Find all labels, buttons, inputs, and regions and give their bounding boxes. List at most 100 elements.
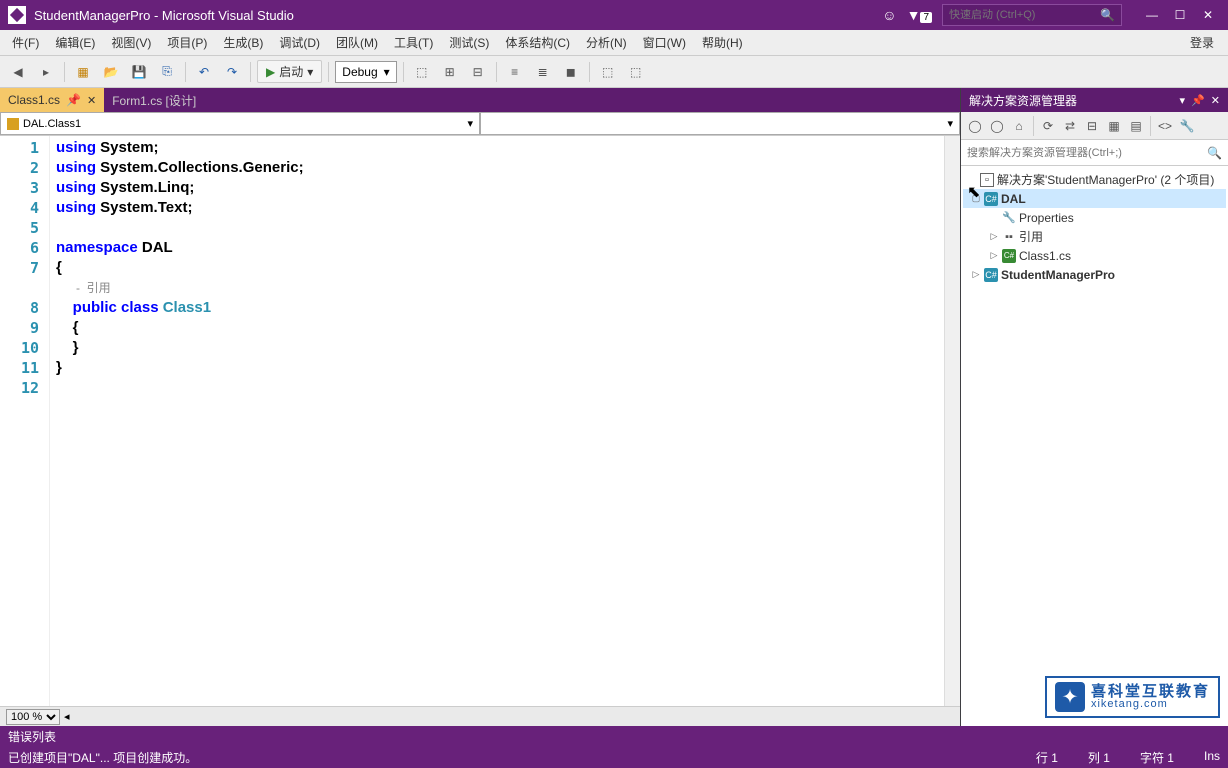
home-icon[interactable]: ⌂ [1009,116,1029,136]
tree-node[interactable]: ▷C#Class1.cs [963,246,1226,265]
class-icon [7,118,19,130]
login-button[interactable]: 登录 [1180,30,1224,55]
solution-tree[interactable]: ▫解决方案'StudentManagerPro' (2 个项目) ▢C#DAL🔧… [961,166,1228,726]
watermark-logo-icon [1055,682,1085,712]
feedback-icon[interactable]: ☺ [882,7,896,23]
document-tab[interactable]: Class1.cs 📌 ✕ [0,88,104,112]
config-selector[interactable]: Debug ▾ [335,61,396,83]
undo-button[interactable]: ↶ [192,60,216,84]
status-ins: Ins [1204,749,1220,766]
dropdown-icon[interactable]: ▾ [1180,94,1186,107]
tree-node[interactable]: ▢C#DAL [963,189,1226,208]
showall-icon[interactable]: ▦ [1104,116,1124,136]
quick-launch-input[interactable] [949,9,1100,21]
tool-icon-3[interactable]: ⊟ [466,60,490,84]
expand-icon[interactable]: ▷ [971,269,981,280]
menu-item[interactable]: 分析(N) [578,30,635,55]
prop-icon: 🔧 [1002,211,1016,225]
maximize-button[interactable]: ☐ [1168,5,1192,25]
close-tab-icon[interactable]: ✕ [87,94,96,107]
menu-item[interactable]: 帮助(H) [694,30,751,55]
wrench-icon[interactable]: 🔧 [1177,116,1197,136]
tree-node[interactable]: ▷▪▪引用 [963,227,1226,246]
menu-item[interactable]: 体系结构(C) [497,30,578,55]
window-title: StudentManagerPro - Microsoft Visual Stu… [34,8,294,23]
solution-search-input[interactable] [967,147,1207,159]
tree-node[interactable]: 🔧Properties [963,208,1226,227]
solution-search[interactable]: 🔍 [961,140,1228,166]
main-toolbar: ◀ ▸ ▦ 📂 💾 ⎘ ↶ ↷ ▶ 启动 ▾ Debug ▾ ⬚ ⊞ ⊟ ≡ ≣… [0,56,1228,88]
start-debug-button[interactable]: ▶ 启动 ▾ [257,60,322,83]
menu-item[interactable]: 团队(M) [328,30,386,55]
status-col: 列 1 [1088,749,1110,766]
properties-icon[interactable]: ▤ [1126,116,1146,136]
watermark: 喜科堂互联教育 xiketang.com [1045,676,1220,718]
code-nav-bar: DAL.Class1 ▾ ▾ [0,112,960,136]
close-panel-icon[interactable]: ✕ [1211,94,1220,107]
search-icon: 🔍 [1100,8,1115,22]
menu-item[interactable]: 窗口(W) [635,30,694,55]
chevron-left-icon[interactable]: ◂ [64,710,70,723]
new-project-button[interactable]: ▦ [71,60,95,84]
tool-icon-8[interactable]: ⬚ [624,60,648,84]
view-code-icon[interactable]: <> [1155,116,1175,136]
tree-node[interactable]: ▷C#StudentManagerPro [963,265,1226,284]
minimize-button[interactable]: — [1140,5,1164,25]
menu-item[interactable]: 件(F) [4,30,47,55]
tool-icon-7[interactable]: ⬚ [596,60,620,84]
search-icon: 🔍 [1207,146,1222,160]
menu-item[interactable]: 编辑(E) [47,30,103,55]
refresh-icon[interactable]: ⟳ [1038,116,1058,136]
pin-icon[interactable]: 📌 [1191,94,1205,107]
close-button[interactable]: ✕ [1196,5,1220,25]
proj-icon: C# [984,192,998,206]
expand-icon[interactable]: ▷ [989,250,999,261]
tool-icon-4[interactable]: ≡ [503,60,527,84]
scope-selector[interactable]: DAL.Class1 ▾ [0,112,480,135]
quick-launch-box[interactable]: 🔍 [942,4,1122,26]
error-list-tab[interactable]: 错误列表 [0,726,1228,746]
notifications-icon[interactable]: ▼7 [907,7,932,23]
solution-toolbar: ◯ ◯ ⌂ ⟳ ⇄ ⊟ ▦ ▤ <> 🔧 [961,112,1228,140]
menu-item[interactable]: 生成(B) [215,30,271,55]
tool-icon-5[interactable]: ≣ [531,60,555,84]
vertical-scrollbar[interactable] [944,136,960,706]
expand-icon[interactable]: ▷ [989,231,999,242]
expand-icon[interactable]: ▢ [971,193,981,204]
zoom-selector[interactable]: 100 % [6,709,60,725]
menu-item[interactable]: 视图(V) [103,30,159,55]
code-editor[interactable]: 123456789101112 using System;using Syste… [0,136,960,706]
status-char: 字符 1 [1140,749,1174,766]
back-icon[interactable]: ◯ [965,116,985,136]
document-tab[interactable]: Form1.cs [设计] [104,88,204,112]
fwd-icon[interactable]: ◯ [987,116,1007,136]
menu-item[interactable]: 调试(D) [271,30,328,55]
menu-bar: 件(F)编辑(E)视图(V)项目(P)生成(B)调试(D)团队(M)工具(T)测… [0,30,1228,56]
solution-icon: ▫ [980,173,994,187]
solution-explorer: 解决方案资源管理器 ▾ 📌 ✕ ◯ ◯ ⌂ ⟳ ⇄ ⊟ ▦ ▤ <> 🔧 🔍 ▫… [960,88,1228,726]
editor-pane: Class1.cs 📌 ✕Form1.cs [设计] DAL.Class1 ▾ … [0,88,960,726]
dropdown-icon: ▾ [307,65,313,79]
save-button[interactable]: 💾 [127,60,151,84]
solution-explorer-title: 解决方案资源管理器 ▾ 📌 ✕ [961,88,1228,112]
nav-fwd-button[interactable]: ▸ [34,60,58,84]
chevron-down-icon: ▾ [467,117,473,130]
tool-icon-1[interactable]: ⬚ [410,60,434,84]
menu-item[interactable]: 工具(T) [386,30,441,55]
member-selector[interactable]: ▾ [480,112,960,135]
editor-footer: 100 % ◂ [0,706,960,726]
save-all-button[interactable]: ⎘ [155,60,179,84]
menu-item[interactable]: 测试(S) [441,30,497,55]
solution-root[interactable]: ▫解决方案'StudentManagerPro' (2 个项目) [963,170,1226,189]
open-file-button[interactable]: 📂 [99,60,123,84]
pin-icon[interactable]: 📌 [66,93,81,107]
nav-back-button[interactable]: ◀ [6,60,30,84]
title-bar: StudentManagerPro - Microsoft Visual Stu… [0,0,1228,30]
menu-item[interactable]: 项目(P) [159,30,215,55]
redo-button[interactable]: ↷ [220,60,244,84]
collapse-icon[interactable]: ⊟ [1082,116,1102,136]
tool-icon-2[interactable]: ⊞ [438,60,462,84]
tool-icon-6[interactable]: ◼ [559,60,583,84]
sync-icon[interactable]: ⇄ [1060,116,1080,136]
proj-icon: C# [984,268,998,282]
